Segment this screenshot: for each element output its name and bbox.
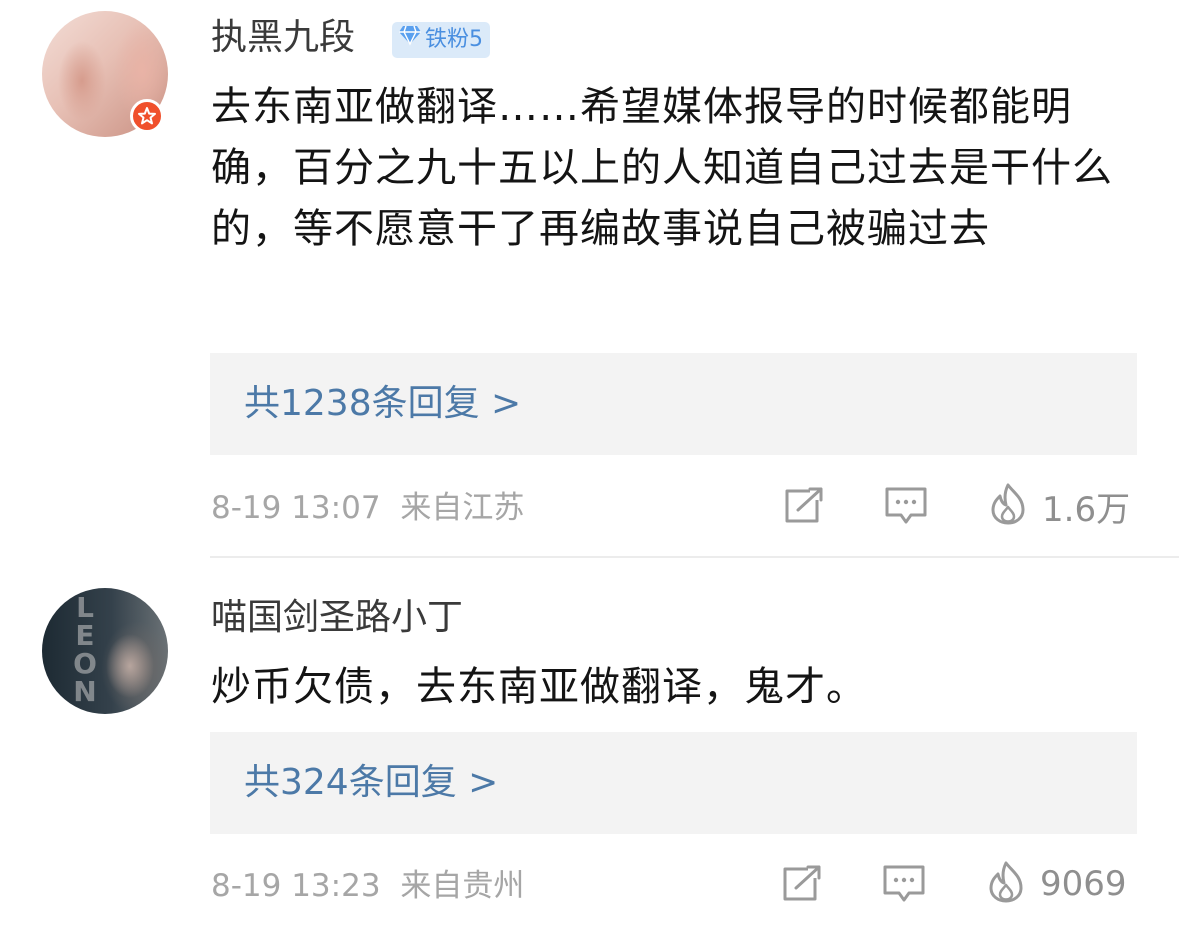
comment-item: LEON 喵国剑圣路小丁 炒币欠债，去东南亚做翻译，鬼才。 共324条回复 > … xyxy=(0,560,1179,929)
fan-badge: 铁粉5 xyxy=(392,22,490,58)
view-replies-link[interactable]: 共324条回复 > xyxy=(244,732,498,834)
avatar-image: LEON xyxy=(42,588,168,714)
username[interactable]: 执黑九段 xyxy=(211,14,355,62)
comment-icon xyxy=(884,485,928,531)
comment-button[interactable] xyxy=(884,486,928,530)
comment-icon xyxy=(882,863,926,909)
comment-meta: 8-19 13:07 来自江苏 xyxy=(211,488,524,528)
timestamp: 8-19 13:23 xyxy=(211,868,381,904)
comment-item: 执黑九段 铁粉5 去东南亚做翻译……希望媒体报导的时候都能明确，百分之九十五以上… xyxy=(0,0,1179,558)
like-count: 9069 xyxy=(1040,864,1127,904)
location: 来自江苏 xyxy=(400,490,525,526)
comment-button[interactable] xyxy=(882,864,926,908)
like-button[interactable]: 1.6万 xyxy=(988,482,1131,530)
avatar[interactable] xyxy=(42,11,168,137)
reply-summary[interactable]: 共324条回复 > xyxy=(210,732,1137,834)
share-icon xyxy=(780,864,824,908)
like-button[interactable]: 9069 xyxy=(986,860,1127,908)
share-button[interactable] xyxy=(780,864,824,908)
avatar-poster-text: LEON xyxy=(73,591,97,708)
location: 来自贵州 xyxy=(400,868,525,904)
diamond-icon xyxy=(398,22,422,58)
comment-meta: 8-19 13:23 来自贵州 xyxy=(211,866,524,906)
view-replies-link[interactable]: 共1238条回复 > xyxy=(244,353,521,455)
share-button[interactable] xyxy=(782,486,826,530)
divider xyxy=(210,556,1179,558)
share-icon xyxy=(782,486,826,530)
username[interactable]: 喵国剑圣路小丁 xyxy=(211,594,463,642)
vip-star-icon xyxy=(130,99,164,133)
timestamp: 8-19 13:07 xyxy=(211,490,381,526)
avatar[interactable]: LEON xyxy=(42,588,168,714)
comment-text: 炒币欠债，去东南亚做翻译，鬼才。 xyxy=(211,664,867,710)
comment-text: 去东南亚做翻译……希望媒体报导的时候都能明确，百分之九十五以上的人知道自己过去是… xyxy=(211,84,1113,252)
reply-summary[interactable]: 共1238条回复 > xyxy=(210,353,1137,455)
like-flame-icon xyxy=(986,860,1026,908)
like-flame-icon xyxy=(988,482,1028,530)
like-count: 1.6万 xyxy=(1042,489,1131,530)
fan-badge-label: 铁粉5 xyxy=(425,27,483,52)
